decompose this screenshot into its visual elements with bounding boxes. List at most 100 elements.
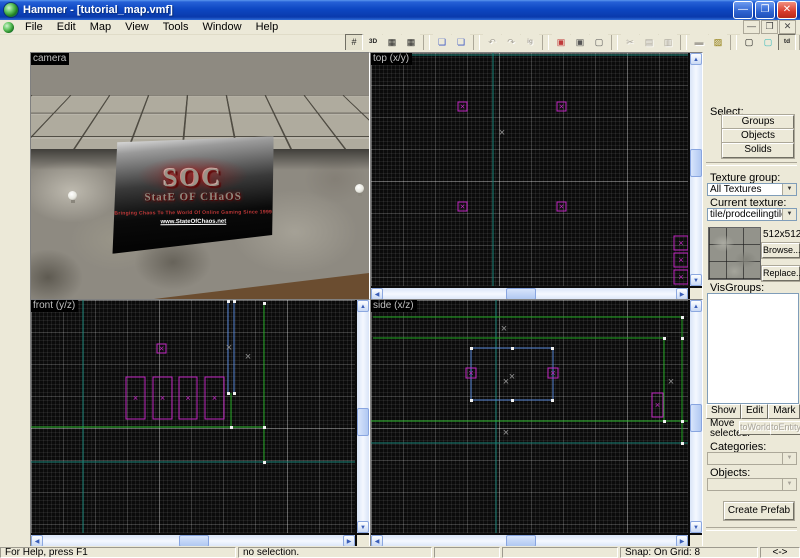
svg-text:×: × [185, 393, 190, 403]
toolbar-separator [473, 35, 480, 50]
load-window-state-button[interactable]: ❏ [433, 34, 451, 51]
toggle-group-ignore-button[interactable]: ig [521, 34, 539, 51]
toggle-3d-grid-button[interactable]: 3D [364, 34, 382, 51]
front-grid-canvas[interactable]: ××××××× [31, 300, 355, 533]
svg-text:×: × [503, 427, 509, 439]
menu-item-tools[interactable]: Tools [156, 21, 196, 33]
objects-dropdown[interactable]: ▼ [707, 478, 797, 491]
viewport-camera[interactable]: SOC StatE OF CHaOS Bringing Chaos To The… [30, 52, 370, 301]
side-vertical-scrollbar[interactable]: ▲ ▼ [690, 300, 702, 533]
solids-button[interactable]: Solids [722, 143, 794, 158]
chevron-down-icon[interactable]: ▼ [782, 184, 796, 195]
menu-item-file[interactable]: File [18, 21, 50, 33]
svg-text:×: × [460, 102, 465, 112]
banner-subtitle-text: StatE OF CHaOS [145, 190, 242, 203]
viewport-label-side: side (x/z) [371, 300, 417, 312]
workspace: SOC StatE OF CHaOS Bringing Chaos To The… [0, 50, 800, 546]
group-button[interactable]: ▣ [571, 34, 589, 51]
light-entity[interactable] [355, 184, 364, 196]
light-entity[interactable] [68, 191, 77, 203]
viewport-front[interactable]: ××××××× front (y/z) ▲ ▼ ◀ ▶ [30, 299, 370, 548]
hammer-window: Hammer - [tutorial_map.vmf] ― ❐ ✕ FileEd… [0, 0, 800, 558]
child-minimize-button[interactable]: ― [743, 20, 760, 34]
restore-button[interactable]: ❐ [755, 1, 775, 19]
window-title: Hammer - [tutorial_map.vmf] [23, 4, 733, 16]
top-vertical-scrollbar[interactable]: ▲ ▼ [690, 53, 702, 286]
close-button[interactable]: ✕ [777, 1, 797, 19]
paste-button[interactable]: ▥ [659, 34, 677, 51]
scroll-down-icon[interactable]: ▼ [690, 274, 702, 286]
carve-button[interactable]: ▣ [552, 34, 570, 51]
svg-text:×: × [655, 400, 660, 410]
scrollbar-thumb[interactable] [357, 408, 369, 436]
show-button[interactable]: Show [706, 404, 741, 419]
toggle-select-bounds-button[interactable]: ▢ [740, 34, 758, 51]
scroll-down-icon[interactable]: ▼ [690, 521, 702, 533]
ungroup-button[interactable]: ▢ [590, 34, 608, 51]
texture-lock-button[interactable]: td [778, 34, 796, 51]
svg-text:×: × [678, 238, 683, 248]
create-prefab-button[interactable]: Create Prefab [724, 502, 794, 520]
replace-button[interactable]: Replace... [762, 266, 800, 281]
menu-item-help[interactable]: Help [249, 21, 286, 33]
edit-button[interactable]: Edit [741, 404, 768, 419]
browse-button[interactable]: Browse... [762, 243, 800, 258]
scroll-up-icon[interactable]: ▲ [690, 53, 702, 65]
chevron-down-icon[interactable]: ▼ [782, 209, 796, 220]
larger-grid-button[interactable]: ▦ [402, 34, 420, 51]
mark-button[interactable]: Mark [768, 404, 800, 419]
svg-text:×: × [559, 202, 564, 212]
status-selection-text: no selection. [238, 547, 432, 558]
status-resize-grip[interactable]: <-> [760, 547, 800, 558]
object-bar: Select: Groups Objects Solids Texture gr… [703, 50, 800, 546]
toggle-grid-button[interactable]: # [345, 34, 363, 51]
svg-text:×: × [509, 371, 515, 383]
soc-banner-brush[interactable]: SOC StatE OF CHaOS Bringing Chaos To The… [112, 136, 275, 253]
viewport-side[interactable]: ×××××××× side (x/z) ▲ ▼ ◀ ▶ [370, 299, 703, 548]
minimize-button[interactable]: ― [733, 1, 753, 19]
visgroups-list[interactable] [707, 293, 799, 404]
undo-button[interactable]: ↶ [483, 34, 501, 51]
copy-button[interactable]: ▤ [640, 34, 658, 51]
toggle-cordon-button[interactable]: ▨ [709, 34, 727, 51]
zoom-to-selection-button[interactable]: ▢ [759, 34, 777, 51]
to-world-button[interactable]: toWorld [739, 421, 771, 435]
child-restore-button[interactable]: ❐ [761, 20, 778, 34]
groups-button[interactable]: Groups [722, 115, 794, 130]
save-window-state-button[interactable]: ❏ [452, 34, 470, 51]
child-close-button[interactable]: ✕ [779, 20, 796, 34]
svg-text:×: × [501, 323, 507, 335]
to-entity-button[interactable]: toEntity [770, 421, 800, 435]
texture-group-dropdown[interactable]: All Textures ▼ [707, 183, 797, 196]
cut-button[interactable]: ✂ [621, 34, 639, 51]
svg-text:×: × [460, 202, 465, 212]
side-grid-canvas[interactable]: ×××××××× [371, 300, 688, 533]
scroll-up-icon[interactable]: ▲ [690, 300, 702, 312]
menu-item-map[interactable]: Map [83, 21, 118, 33]
hide-selected-button[interactable]: ▬ [690, 34, 708, 51]
toolbar-separator [680, 35, 687, 50]
chevron-down-icon: ▼ [782, 479, 796, 490]
camera-3d-scene[interactable]: SOC StatE OF CHaOS Bringing Chaos To The… [31, 53, 369, 300]
menu-item-edit[interactable]: Edit [50, 21, 83, 33]
scroll-up-icon[interactable]: ▲ [357, 300, 369, 312]
viewport-label-top: top (x/y) [371, 53, 412, 65]
menu-item-view[interactable]: View [118, 21, 156, 33]
viewport-top[interactable]: ×××××××× top (x/y) ▲ ▼ ◀ ▶ [370, 52, 703, 301]
objects-button[interactable]: Objects [722, 129, 794, 144]
smaller-grid-button[interactable]: ▦ [383, 34, 401, 51]
current-texture-dropdown[interactable]: tile/prodceilingtilea ▼ [707, 208, 797, 221]
redo-button[interactable]: ↷ [502, 34, 520, 51]
banner-url-text: www.StateOfChaos.net [161, 218, 227, 225]
scroll-down-icon[interactable]: ▼ [357, 521, 369, 533]
toolbar-separator [542, 35, 549, 50]
menu-item-window[interactable]: Window [195, 21, 248, 33]
scrollbar-thumb[interactable] [690, 404, 702, 432]
banner-logo-text: SOC [163, 165, 223, 190]
front-vertical-scrollbar[interactable]: ▲ ▼ [357, 300, 369, 533]
top-grid-canvas[interactable]: ×××××××× [371, 53, 688, 286]
categories-dropdown[interactable]: ▼ [707, 452, 797, 465]
separator [706, 527, 797, 531]
toolbar-separator [423, 35, 430, 50]
scrollbar-thumb[interactable] [690, 149, 702, 177]
